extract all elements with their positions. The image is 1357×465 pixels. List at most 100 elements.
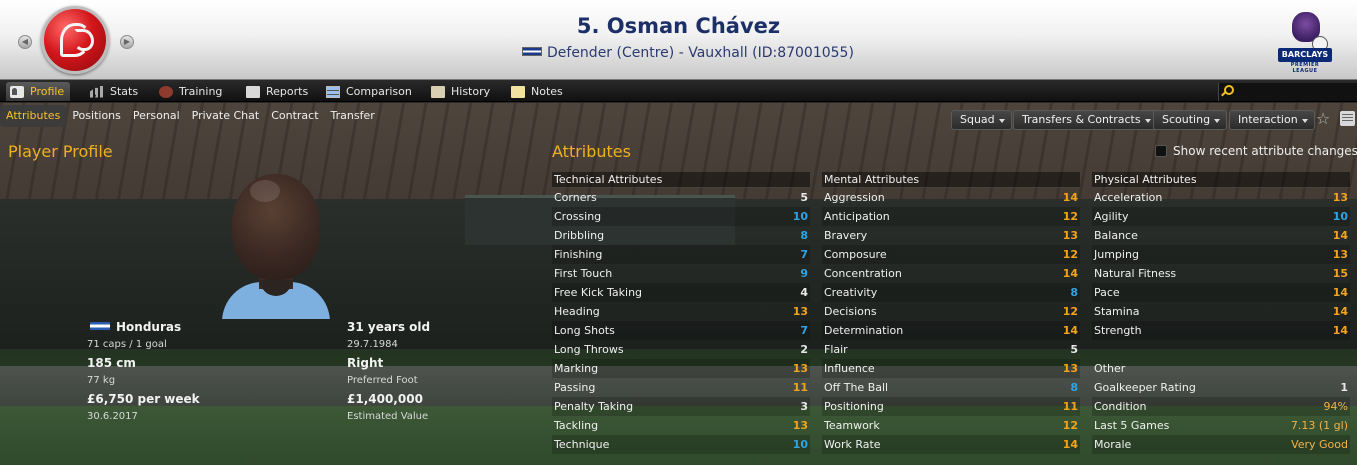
attribute-row[interactable]: Penalty Taking 3 (552, 397, 810, 416)
attribute-name: Influence (824, 362, 875, 375)
attribute-name: Teamwork (824, 419, 880, 432)
attribute-value: 8 (1070, 381, 1078, 394)
league-sponsor: BARCLAYS (1278, 48, 1332, 62)
subtab-positions[interactable]: Positions (66, 105, 127, 127)
attribute-value: Very Good (1291, 438, 1348, 451)
attribute-value: 8 (800, 229, 808, 242)
attribute-row[interactable]: Flair 5 (822, 340, 1080, 359)
attribute-row[interactable]: Long Throws 2 (552, 340, 810, 359)
subtab-contract[interactable]: Contract (265, 105, 324, 127)
attribute-row[interactable]: Determination 14 (822, 321, 1080, 340)
attribute-row[interactable]: Passing 11 (552, 378, 810, 397)
attribute-value: 14 (1332, 229, 1348, 242)
attribute-row[interactable]: Heading 13 (552, 302, 810, 321)
tab-label: Reports (266, 85, 309, 98)
attribute-row[interactable]: Natural Fitness 15 (1092, 264, 1350, 283)
attribute-value: 7 (800, 248, 808, 261)
squad-dropdown[interactable]: Squad (951, 110, 1012, 130)
attribute-row[interactable]: Long Shots 7 (552, 321, 810, 340)
attribute-name: Corners (554, 191, 597, 204)
tab-history[interactable]: History (427, 82, 496, 101)
attribute-row[interactable]: Positioning 11 (822, 397, 1080, 416)
attribute-name: Creativity (824, 286, 878, 299)
attribute-row[interactable]: Creativity 8 (822, 283, 1080, 302)
attribute-value: 15 (1332, 267, 1348, 280)
show-recent-changes-checkbox[interactable] (1155, 145, 1167, 157)
subtab-transfer[interactable]: Transfer (325, 105, 381, 127)
attribute-row[interactable]: Aggression 14 (822, 188, 1080, 207)
attribute-value: 13 (792, 305, 808, 318)
attribute-row[interactable]: Technique 10 (552, 435, 810, 454)
attribute-name: Jumping (1094, 248, 1139, 261)
league-logo[interactable]: BARCLAYS PREMIER LEAGUE (1278, 12, 1332, 74)
attribute-row[interactable]: Work Rate 14 (822, 435, 1080, 454)
attribute-row[interactable]: Goalkeeper Rating 1 (1092, 378, 1350, 397)
subtab-private-chat[interactable]: Private Chat (186, 105, 266, 127)
attribute-row[interactable]: Agility 10 (1092, 207, 1350, 226)
other-attributes-table: Other Goalkeeper Rating 1 Condition 94% Last… (1092, 359, 1350, 454)
attribute-row[interactable]: Bravery 13 (822, 226, 1080, 245)
attribute-row[interactable]: Condition 94% (1092, 397, 1350, 416)
attribute-row[interactable]: Last 5 Games 7.13 (1 gl) (1092, 416, 1350, 435)
star-icon[interactable]: ☆ (1314, 110, 1332, 128)
scouting-dropdown[interactable]: Scouting (1153, 110, 1228, 130)
tab-profile[interactable]: Profile (6, 82, 71, 101)
notes-icon (511, 85, 525, 98)
attribute-name: Concentration (824, 267, 902, 280)
attribute-row[interactable]: Morale Very Good (1092, 435, 1350, 454)
interaction-dropdown[interactable]: Interaction (1229, 110, 1315, 130)
attribute-name: Technique (554, 438, 610, 451)
attribute-value: 13 (1332, 248, 1348, 261)
age: 31 years old (347, 320, 431, 334)
show-recent-changes-label: Show recent attribute changes (1173, 144, 1357, 158)
attribute-row[interactable]: Composure 12 (822, 245, 1080, 264)
attribute-name: Strength (1094, 324, 1142, 337)
attribute-row[interactable]: Balance 14 (1092, 226, 1350, 245)
attribute-row[interactable]: Pace 14 (1092, 283, 1350, 302)
menu-icon[interactable] (1340, 111, 1355, 126)
nationality-flag-icon (522, 47, 542, 56)
subtab-personal[interactable]: Personal (127, 105, 186, 127)
attribute-value: 13 (792, 362, 808, 375)
subtab-attributes[interactable]: Attributes (0, 105, 67, 127)
page-title: 5. Osman Chávez (576, 14, 781, 38)
attribute-row[interactable]: Off The Ball 8 (822, 378, 1080, 397)
attribute-row[interactable]: Teamwork 12 (822, 416, 1080, 435)
attribute-row[interactable]: Tackling 13 (552, 416, 810, 435)
search-input[interactable] (1218, 83, 1357, 101)
technical-attributes-header: Technical Attributes (552, 172, 810, 188)
attribute-row[interactable]: Marking 13 (552, 359, 810, 378)
attribute-row[interactable]: Strength 14 (1092, 321, 1350, 340)
attribute-row[interactable]: Acceleration 13 (1092, 188, 1350, 207)
attribute-row[interactable]: Influence 13 (822, 359, 1080, 378)
tab-reports[interactable]: Reports (242, 82, 314, 101)
attribute-row[interactable]: Decisions 12 (822, 302, 1080, 321)
attribute-row[interactable]: Concentration 14 (822, 264, 1080, 283)
attribute-row[interactable]: Free Kick Taking 4 (552, 283, 810, 302)
attribute-row[interactable]: Jumping 13 (1092, 245, 1350, 264)
attribute-value: 10 (792, 210, 808, 223)
attribute-row[interactable]: Corners 5 (552, 188, 810, 207)
attribute-name: Acceleration (1094, 191, 1163, 204)
search-icon[interactable] (1220, 85, 1234, 97)
show-recent-changes-option[interactable]: Show recent attribute changes (1155, 144, 1357, 158)
tab-stats[interactable]: Stats (86, 82, 144, 101)
tab-comparison[interactable]: Comparison (322, 82, 418, 101)
attribute-name: Passing (554, 381, 596, 394)
attribute-row[interactable]: Crossing 10 (552, 207, 810, 226)
estimated-value: £1,400,000 (347, 392, 423, 406)
attribute-row[interactable]: Anticipation 12 (822, 207, 1080, 226)
attribute-row[interactable]: Dribbling 8 (552, 226, 810, 245)
attribute-name: First Touch (554, 267, 613, 280)
tab-label: Profile (30, 85, 65, 98)
wage: £6,750 per week (87, 392, 200, 406)
technical-attributes-table: Technical Attributes Corners 5 Crossing 10 D… (552, 172, 810, 454)
tab-training[interactable]: Training (155, 82, 228, 101)
tab-notes[interactable]: Notes (507, 82, 569, 101)
attribute-row[interactable]: Stamina 14 (1092, 302, 1350, 321)
attribute-row[interactable]: First Touch 9 (552, 264, 810, 283)
nationality[interactable]: Honduras (90, 320, 181, 334)
attribute-row[interactable]: Finishing 7 (552, 245, 810, 264)
profile-heading: Player Profile (8, 142, 113, 161)
transfers-contracts-dropdown[interactable]: Transfers & Contracts (1013, 110, 1158, 130)
